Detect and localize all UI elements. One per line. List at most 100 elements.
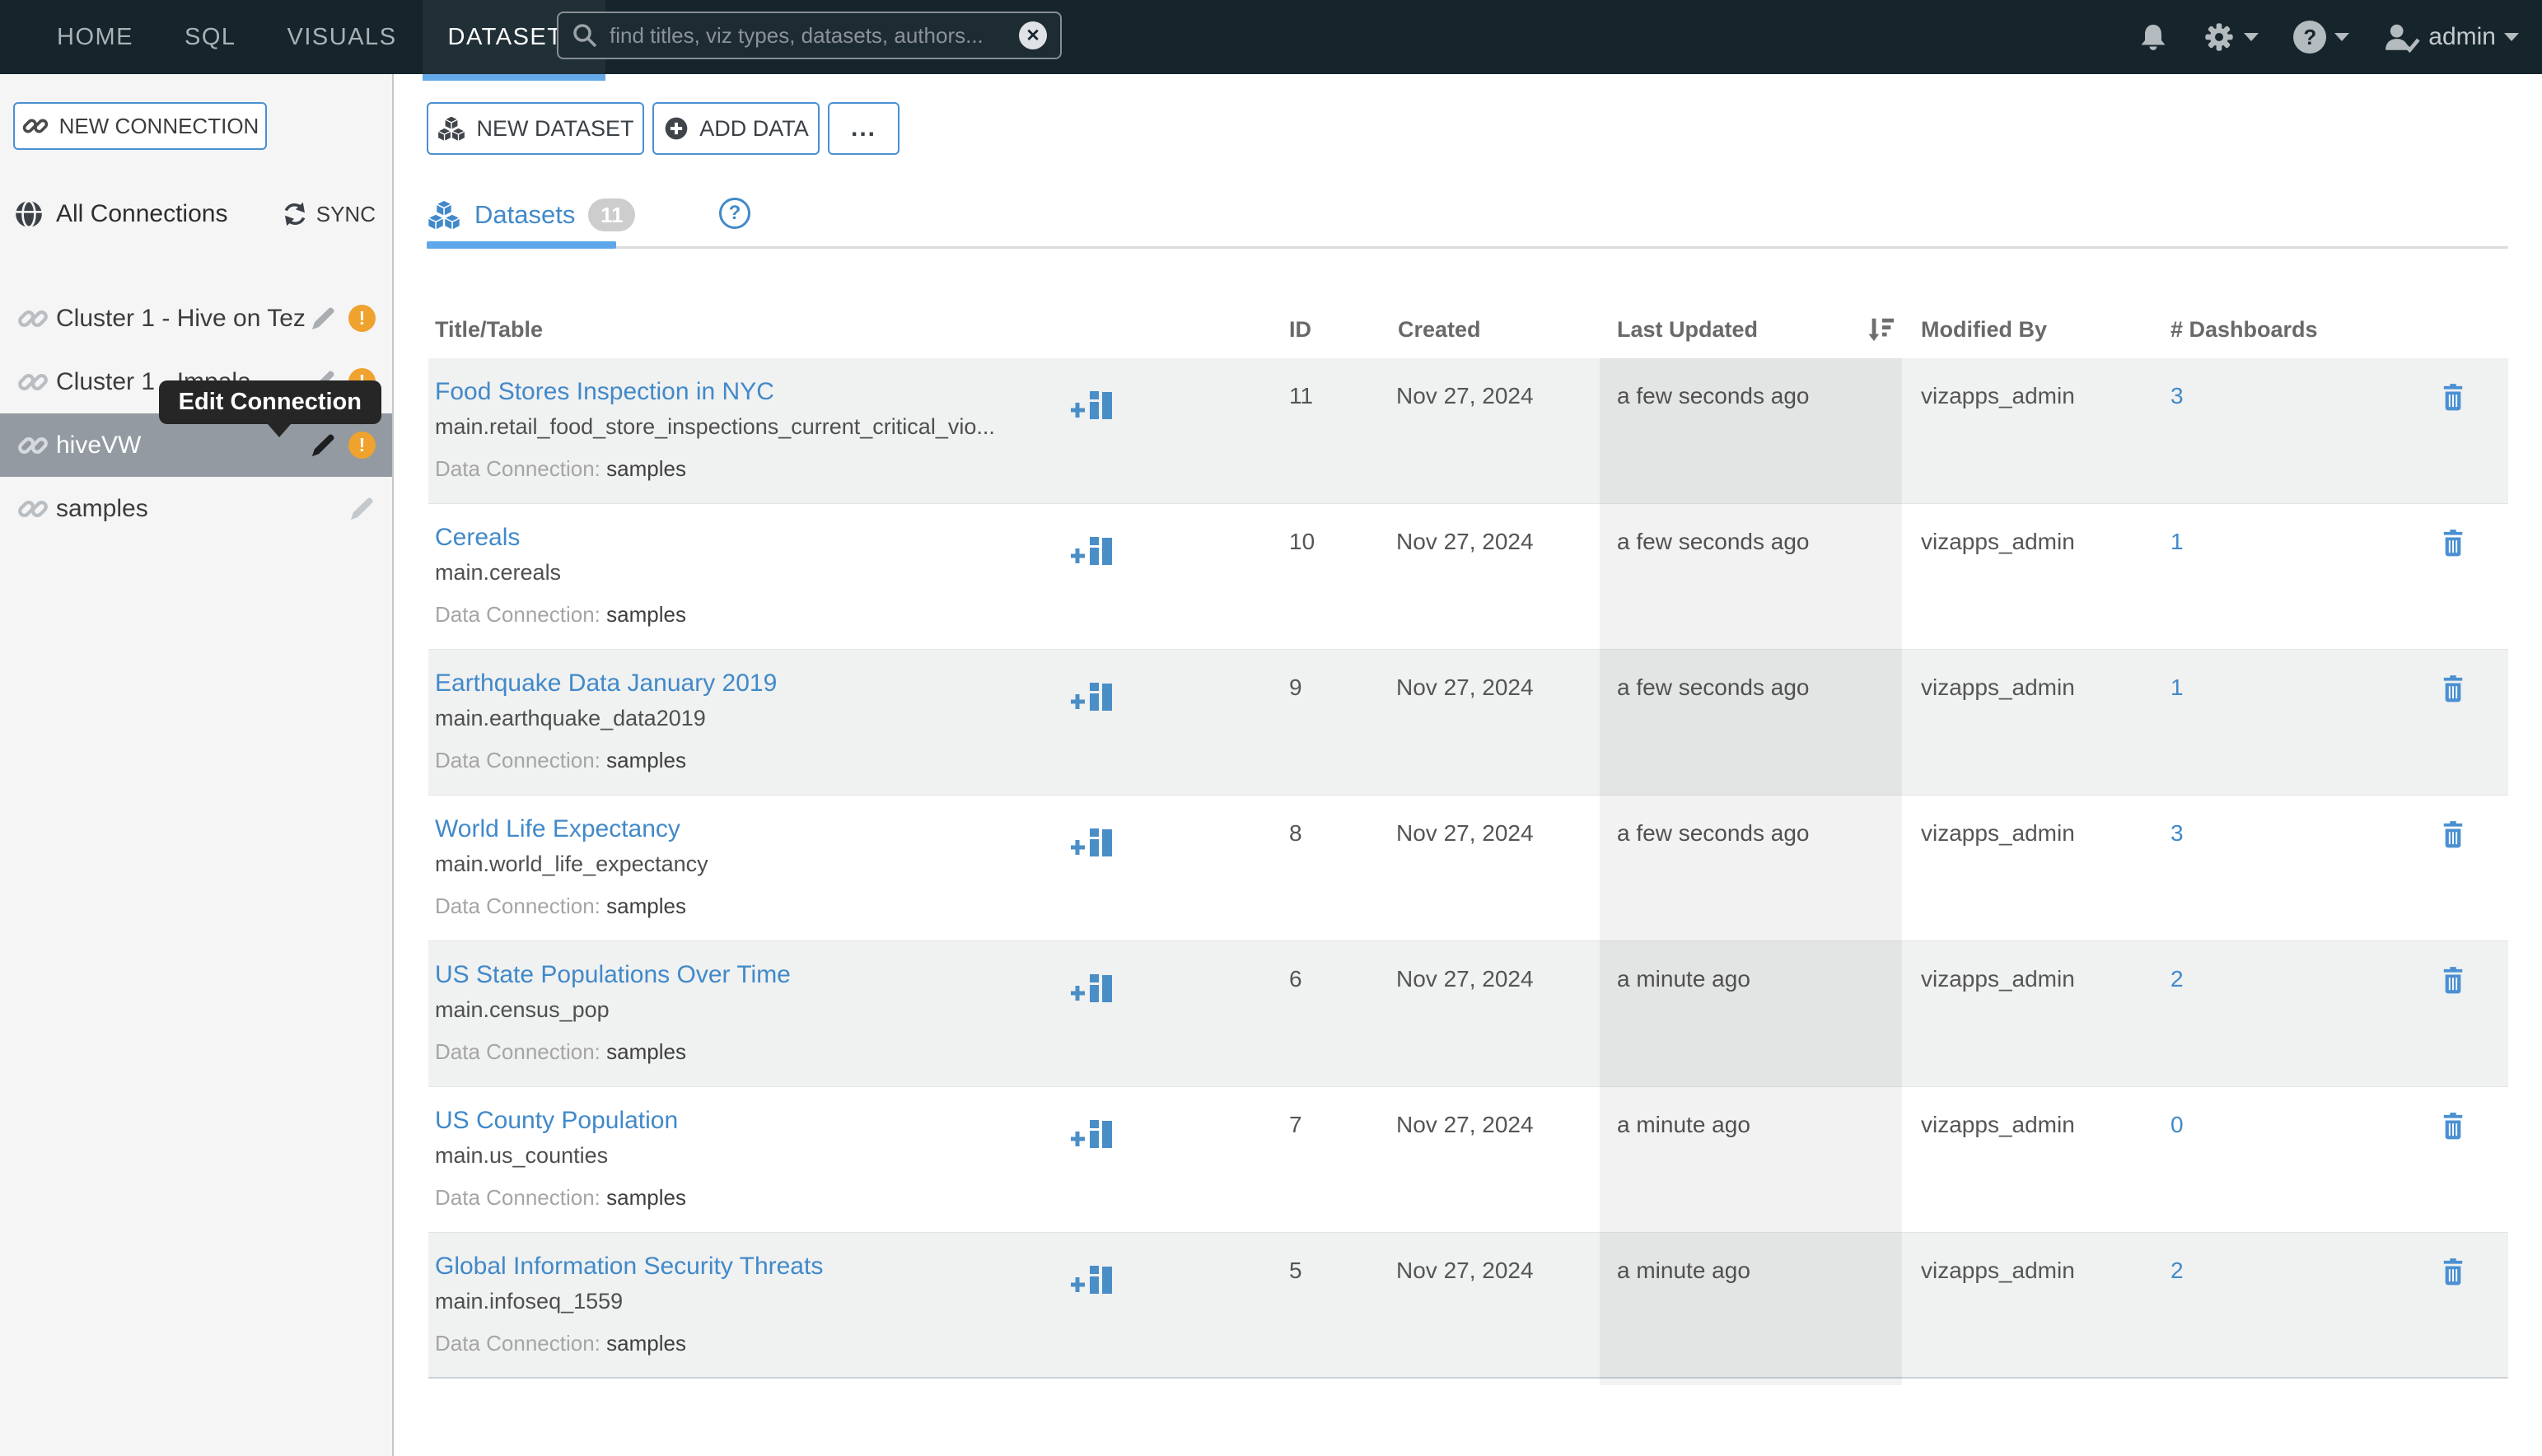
link-icon	[16, 492, 49, 525]
col-header-last-updated[interactable]: Last Updated	[1600, 301, 1902, 358]
col-header-last-updated-label: Last Updated	[1617, 317, 1758, 343]
datasets-tab-label: Datasets	[474, 200, 575, 230]
data-connection-value: samples	[606, 456, 686, 481]
user-menu[interactable]: admin	[2384, 21, 2519, 53]
sync-button[interactable]: SYNC	[282, 201, 376, 227]
dataset-table-name: main.us_counties	[435, 1143, 1071, 1169]
link-icon	[16, 366, 49, 399]
edit-pencil-icon[interactable]	[310, 432, 337, 459]
chevron-down-icon	[2334, 33, 2349, 41]
sort-descending-icon[interactable]	[1866, 315, 1897, 343]
connection-name: samples	[56, 495, 148, 523]
warning-icon: !	[348, 305, 376, 332]
dataset-title-link[interactable]: Cereals	[435, 524, 520, 551]
link-icon	[16, 429, 49, 462]
dataset-created: Nov 27, 2024	[1396, 504, 1600, 649]
dataset-title-cell: US State Populations Over Time main.cens…	[428, 941, 1289, 1086]
dashboards-count-link[interactable]: 1	[2171, 529, 2184, 554]
edit-pencil-icon[interactable]	[310, 305, 337, 332]
dataset-id: 8	[1289, 796, 1396, 940]
new-dashboard-icon[interactable]	[1071, 827, 1115, 858]
nav-sql[interactable]: SQL	[159, 0, 262, 74]
new-dashboard-icon[interactable]	[1071, 1118, 1115, 1150]
dataset-last-updated: a few seconds ago	[1600, 796, 1902, 940]
new-dashboard-icon[interactable]	[1071, 973, 1115, 1004]
cubes-icon	[437, 115, 466, 142]
data-connection-label: Data Connection:	[435, 456, 600, 481]
cubes-icon	[427, 199, 461, 231]
all-connections-item[interactable]: All Connections	[13, 198, 227, 230]
more-actions-button[interactable]: ...	[828, 102, 900, 155]
col-header-id[interactable]: ID	[1289, 301, 1396, 358]
username-label: admin	[2428, 23, 2496, 51]
dataset-title-link[interactable]: Global Information Security Threats	[435, 1253, 823, 1280]
dataset-row: US State Populations Over Time main.cens…	[428, 941, 2508, 1087]
active-tab-indicator	[427, 241, 616, 249]
data-connection-value: samples	[606, 894, 686, 918]
col-header-modified-by[interactable]: Modified By	[1902, 301, 2166, 358]
dataset-created: Nov 27, 2024	[1396, 650, 1600, 795]
delete-trash-icon[interactable]	[2442, 383, 2465, 411]
delete-trash-icon[interactable]	[2442, 1258, 2465, 1286]
data-connection-label: Data Connection:	[435, 1185, 600, 1210]
add-data-button[interactable]: ADD DATA	[652, 102, 820, 155]
delete-trash-icon[interactable]	[2442, 820, 2465, 848]
edit-pencil-icon[interactable]	[348, 495, 376, 522]
delete-trash-icon[interactable]	[2442, 674, 2465, 702]
dataset-created: Nov 27, 2024	[1396, 796, 1600, 940]
table-body: Food Stores Inspection in NYC main.retai…	[428, 358, 2508, 1379]
dataset-id: 9	[1289, 650, 1396, 795]
datasets-count-badge: 11	[588, 198, 635, 231]
new-dashboard-icon[interactable]	[1071, 681, 1115, 712]
dataset-row: Cereals main.cereals Data Connection: sa…	[428, 504, 2508, 650]
top-navbar: HOME SQL VISUALS DATASETS ✕	[0, 0, 2542, 74]
dashboards-count-link[interactable]: 2	[2171, 1258, 2184, 1283]
nav-visuals[interactable]: VISUALS	[262, 0, 423, 74]
dataset-title-link[interactable]: Food Stores Inspection in NYC	[435, 378, 774, 405]
dashboards-count-link[interactable]: 2	[2171, 966, 2184, 992]
search-input[interactable]	[610, 23, 1007, 49]
warning-icon: !	[348, 432, 376, 459]
plus-circle-icon	[663, 115, 689, 142]
clear-search-icon[interactable]: ✕	[1019, 21, 1047, 49]
nav-home[interactable]: HOME	[31, 0, 159, 74]
dataset-modified-by: vizapps_admin	[1902, 358, 2166, 503]
dataset-id: 6	[1289, 941, 1396, 1086]
dashboards-count-link[interactable]: 3	[2171, 383, 2184, 408]
dataset-id: 11	[1289, 358, 1396, 503]
main-nav: HOME SQL VISUALS DATASETS	[31, 0, 605, 74]
col-header-created[interactable]: Created	[1396, 301, 1600, 358]
user-check-icon	[2384, 21, 2420, 53]
data-connection-value: samples	[606, 1185, 686, 1210]
col-header-dashboards[interactable]: # Dashboards	[2166, 301, 2422, 358]
link-icon	[21, 112, 49, 140]
new-dataset-button[interactable]: NEW DATASET	[427, 102, 644, 155]
dataset-title-link[interactable]: US State Populations Over Time	[435, 961, 791, 988]
dashboards-count-link[interactable]: 0	[2171, 1112, 2184, 1137]
connection-item[interactable]: samples	[0, 477, 392, 540]
dataset-title-link[interactable]: US County Population	[435, 1107, 678, 1134]
data-connection-value: samples	[606, 602, 686, 627]
dataset-last-updated: a few seconds ago	[1600, 358, 1902, 503]
new-dashboard-icon[interactable]	[1071, 535, 1115, 567]
dataset-title-link[interactable]: World Life Expectancy	[435, 815, 680, 842]
delete-trash-icon[interactable]	[2442, 966, 2465, 994]
data-connection-label: Data Connection:	[435, 748, 600, 772]
new-dashboard-icon[interactable]	[1071, 1264, 1115, 1295]
delete-trash-icon[interactable]	[2442, 1112, 2465, 1140]
data-connection-label: Data Connection:	[435, 1039, 600, 1064]
datasets-tab[interactable]: Datasets 11	[427, 189, 635, 240]
settings-menu[interactable]	[2203, 21, 2259, 54]
col-header-title[interactable]: Title/Table	[428, 301, 1289, 358]
dataset-title-link[interactable]: Earthquake Data January 2019	[435, 670, 777, 697]
datasets-help-icon[interactable]: ?	[719, 198, 750, 229]
dashboards-count-link[interactable]: 1	[2171, 674, 2184, 700]
new-connection-button[interactable]: NEW CONNECTION	[13, 102, 267, 150]
table-header: Title/Table ID Created Last Updated Modi…	[428, 301, 2508, 358]
delete-trash-icon[interactable]	[2442, 529, 2465, 557]
help-menu[interactable]: ?	[2293, 21, 2349, 54]
notifications-bell-icon[interactable]	[2138, 22, 2168, 52]
dashboards-count-link[interactable]: 3	[2171, 820, 2184, 846]
new-dashboard-icon[interactable]	[1071, 390, 1115, 421]
connection-item[interactable]: Cluster 1 - Hive on Tez !	[0, 287, 392, 350]
